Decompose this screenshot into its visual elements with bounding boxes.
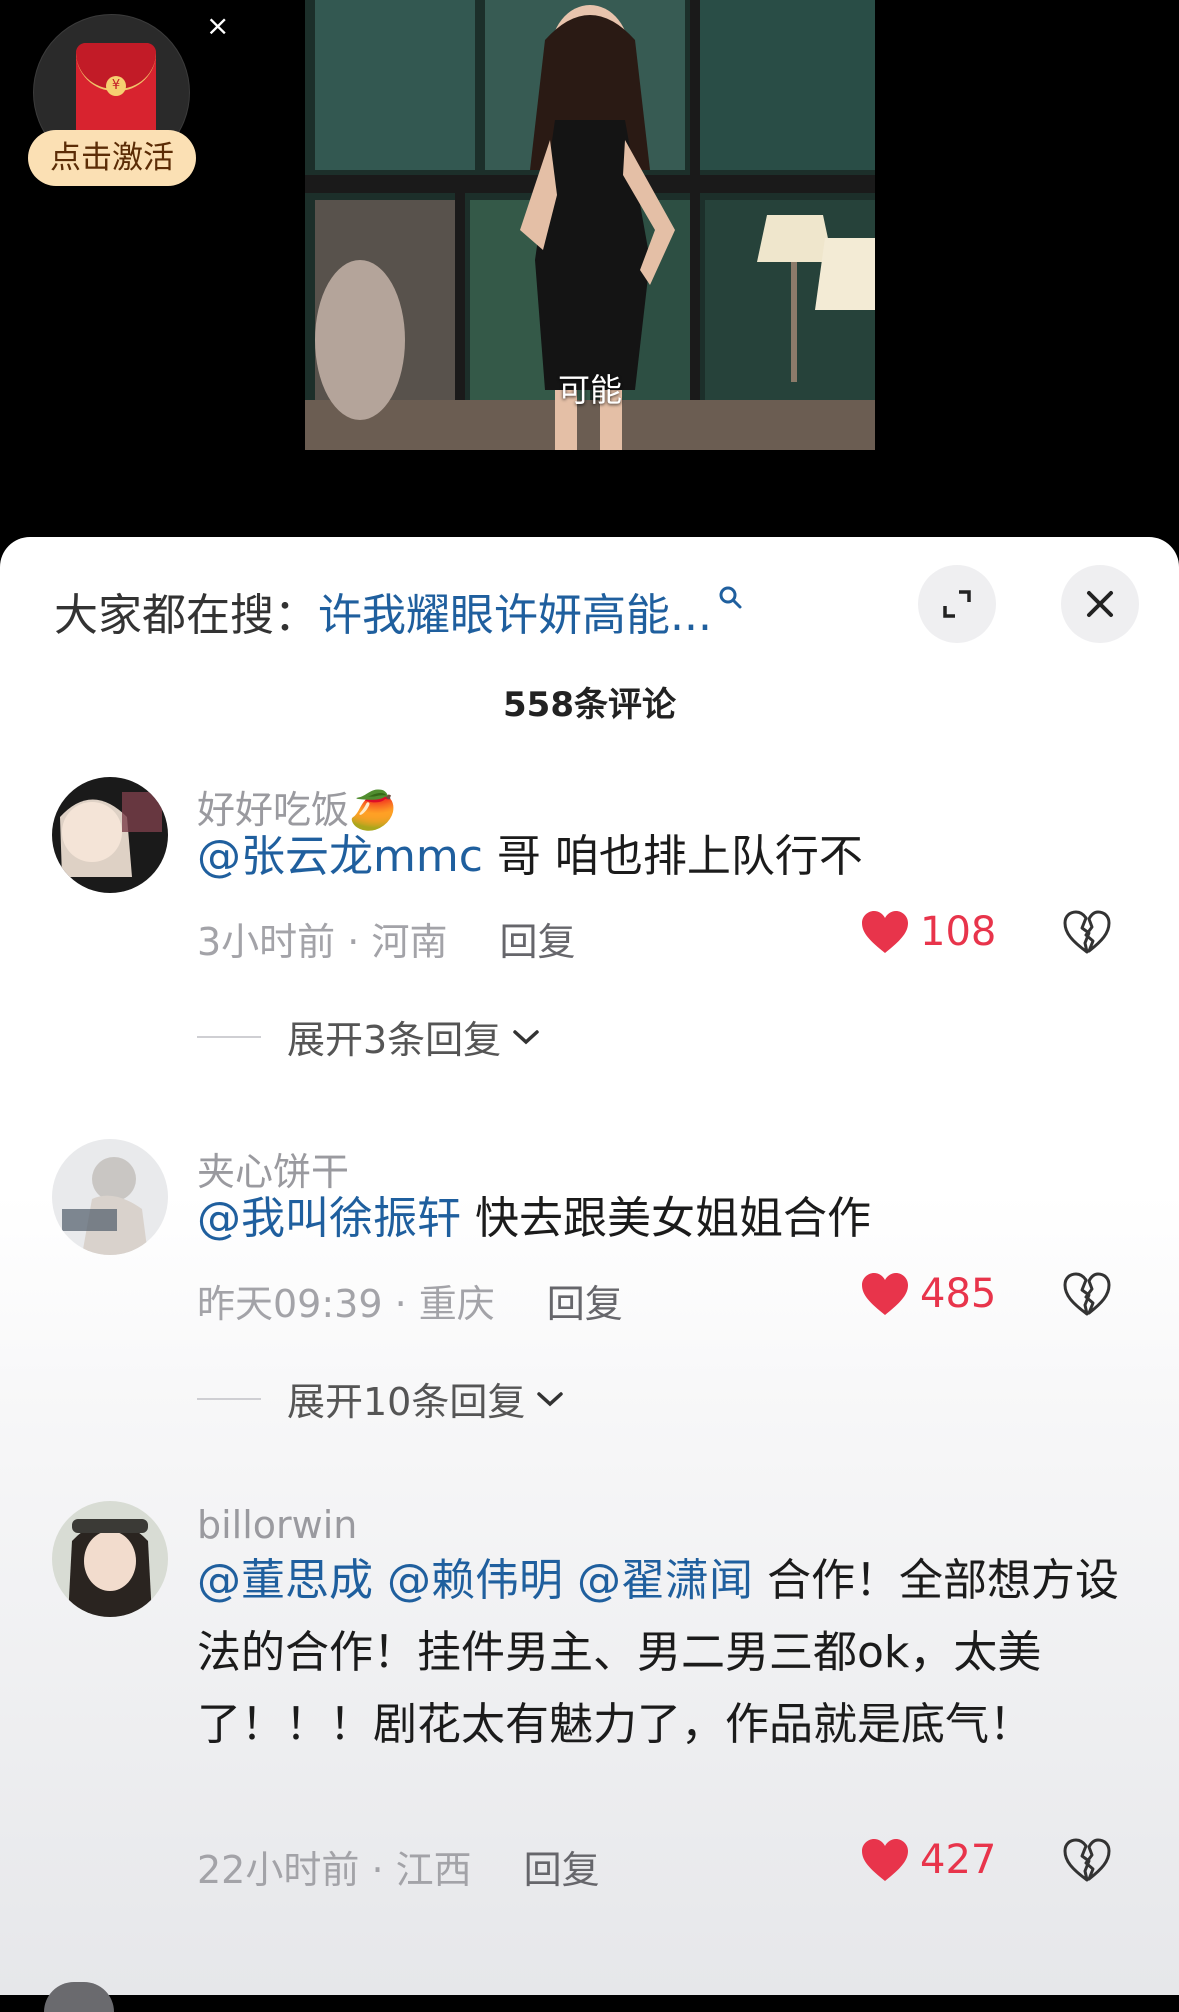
comment-item: 好好吃饭🥭 @张云龙mmc 哥 咱也排上队行不 3小时前 · 河南 回复 108 … [0, 777, 1179, 1097]
comment-location: 河南 [371, 920, 448, 964]
mention-link[interactable]: @董思成 [197, 1555, 373, 1606]
avatar[interactable] [52, 777, 168, 893]
mention-link[interactable]: @张云龙mmc [197, 831, 483, 882]
comment-time: 22小时前 [197, 1848, 360, 1892]
broken-heart-icon [1063, 1838, 1111, 1882]
dislike-button[interactable] [1062, 909, 1112, 959]
reply-button[interactable]: 回复 [524, 1848, 600, 1892]
like-button[interactable]: 427 [860, 1837, 996, 1883]
broken-heart-icon [1063, 910, 1111, 954]
comment-time: 昨天09:39 [197, 1282, 383, 1326]
like-button[interactable]: 485 [860, 1271, 996, 1317]
video-subtitle: 可能 [557, 371, 622, 409]
comment-location: 重庆 [418, 1282, 495, 1326]
video-frame[interactable]: 可能 [305, 0, 875, 450]
comment-meta: 3小时前 · 河南 回复 [197, 920, 576, 964]
reply-button[interactable]: 回复 [547, 1282, 623, 1326]
search-prefix: 大家都在搜： [54, 590, 318, 641]
reply-button[interactable]: 回复 [499, 920, 575, 964]
comment-username[interactable]: billorwin [197, 1503, 357, 1547]
comment-meta: 昨天09:39 · 重庆 回复 [197, 1282, 623, 1326]
redpacket-widget[interactable]: ¥ 点击激活 × [28, 12, 229, 192]
heart-icon [862, 911, 908, 953]
like-count: 108 [920, 909, 997, 955]
comment-panel: 大家都在搜：许我耀眼许妍高能... 558条评论 好好吃饭🥭 @张云龙mmc 哥… [0, 537, 1179, 2012]
broken-heart-icon [1063, 1272, 1111, 1316]
dislike-button[interactable] [1062, 1837, 1112, 1887]
expand-button[interactable] [918, 565, 996, 643]
comment-location: 江西 [395, 1848, 472, 1892]
comment-item: billorwin @董思成 @赖伟明 @翟潇闻 合作！全部想方设法的合作！挂件… [0, 1501, 1179, 1961]
comment-time: 3小时前 [197, 920, 336, 964]
like-button[interactable]: 108 [860, 909, 996, 955]
comment-item: 夹心饼干 @我叫徐振轩 快去跟美女姐姐合作 昨天09:39 · 重庆 回复 485… [0, 1139, 1179, 1459]
chevron-down-icon [513, 1029, 539, 1044]
widget-close-icon[interactable]: × [206, 12, 229, 40]
avatar[interactable] [52, 1139, 168, 1255]
search-suggestion[interactable]: 大家都在搜：许我耀眼许妍高能... [54, 579, 744, 641]
expand-replies-label: 展开3条回复 [287, 1018, 502, 1062]
expand-replies-button[interactable]: 展开10条回复 [197, 1371, 565, 1426]
coin-icon: ¥ [106, 76, 126, 96]
mention-link[interactable]: @翟潇闻 [577, 1555, 753, 1606]
expand-replies-label: 展开10条回复 [287, 1380, 526, 1424]
comment-text: @张云龙mmc 哥 咱也排上队行不 [197, 821, 1127, 893]
comment-text-content: 快去跟美女姐姐合作 [461, 1193, 871, 1244]
heart-icon [862, 1839, 908, 1881]
comment-text-content: 哥 咱也排上队行不 [482, 831, 863, 882]
divider-line [197, 1035, 261, 1038]
comment-count-title: 558条评论 [503, 685, 676, 725]
heart-icon [862, 1273, 908, 1315]
mention-link[interactable]: @我叫徐振轩 [197, 1193, 461, 1244]
chevron-down-icon [537, 1391, 564, 1406]
comment-text: @董思成 @赖伟明 @翟潇闻 合作！全部想方设法的合作！挂件男主、男二男三都ok… [197, 1545, 1127, 1761]
divider-line [197, 1397, 261, 1400]
search-query-link[interactable]: 许我耀眼许妍高能... [318, 590, 712, 641]
like-count: 485 [920, 1271, 997, 1317]
activate-button[interactable]: 点击激活 [28, 130, 196, 186]
mention-link[interactable]: @赖伟明 [387, 1555, 563, 1606]
close-icon [1087, 591, 1113, 617]
search-icon[interactable] [718, 585, 744, 615]
dislike-button[interactable] [1062, 1271, 1112, 1321]
close-button[interactable] [1061, 565, 1139, 643]
red-envelope-icon: ¥ [76, 43, 156, 143]
avatar[interactable] [52, 1501, 168, 1617]
comment-meta: 22小时前 · 江西 回复 [197, 1848, 600, 1892]
expand-icon [943, 590, 971, 618]
expand-replies-button[interactable]: 展开3条回复 [197, 1009, 541, 1064]
comment-text: @我叫徐振轩 快去跟美女姐姐合作 [197, 1183, 1127, 1255]
video-player[interactable]: 可能 ¥ 点击激活 × [0, 0, 1179, 560]
next-avatar-peek [44, 1982, 114, 2012]
like-count: 427 [920, 1837, 997, 1883]
